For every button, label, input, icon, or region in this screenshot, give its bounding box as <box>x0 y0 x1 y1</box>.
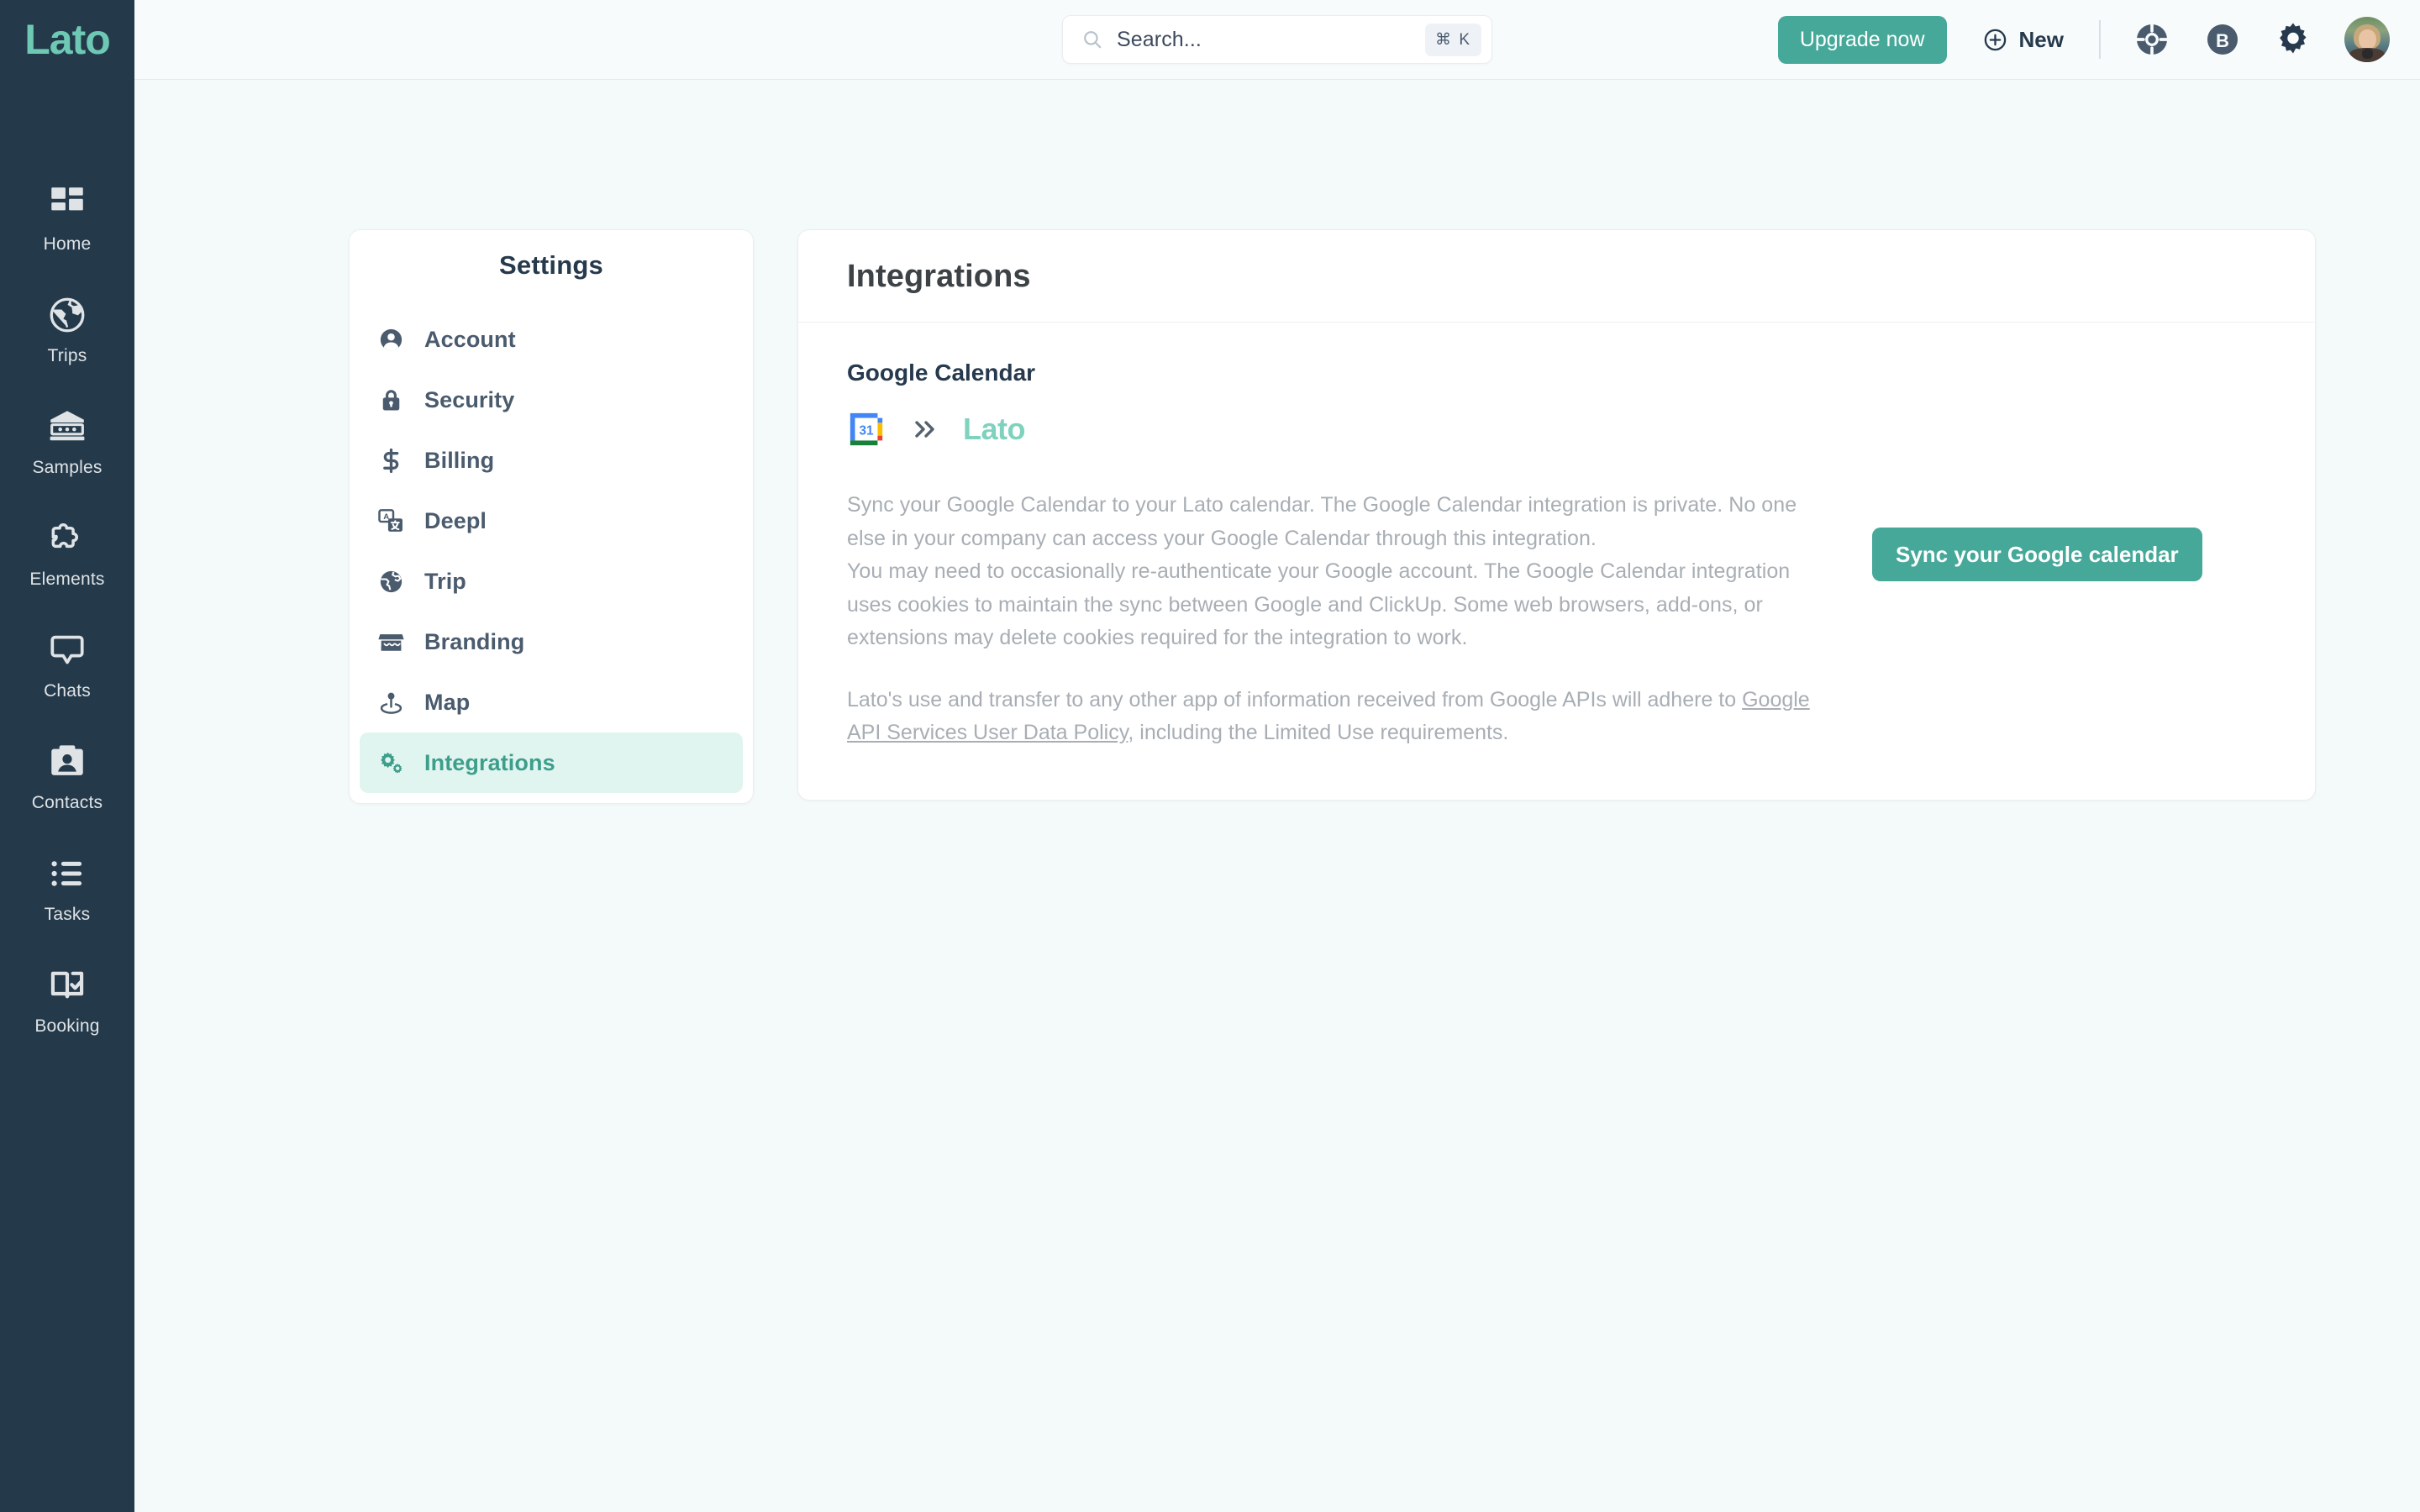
panel-header: Integrations <box>798 230 2315 323</box>
rail-item-booking[interactable]: Booking <box>0 950 134 1045</box>
settings-panel-title: Settings <box>499 250 603 280</box>
right-pane: Search... ⌘ K Upgrade now New B Settings… <box>134 0 2420 1512</box>
integrations-panel: Integrations Google Calendar 31 Lato Syn… <box>797 229 2316 801</box>
sidebar-item-security[interactable]: Security <box>360 370 743 430</box>
gear-icon[interactable] <box>2274 20 2312 59</box>
settings-nav-card: Settings Account Security Billing A Deep… <box>349 229 754 804</box>
person-circle-icon <box>376 325 405 354</box>
avatar-detail <box>2359 29 2376 50</box>
sidebar-item-deepl[interactable]: A Deepl <box>360 491 743 551</box>
translate-icon: A <box>376 507 405 535</box>
sidebar-item-billing[interactable]: Billing <box>360 430 743 491</box>
sidebar-item-branding[interactable]: Branding <box>360 612 743 672</box>
globe-icon <box>376 567 405 596</box>
top-bar: Search... ⌘ K Upgrade now New B <box>134 0 2420 80</box>
app-logo[interactable]: Lato <box>24 18 111 60</box>
book-check-icon <box>44 962 91 1009</box>
legal-suffix: , including the Limited Use requirements… <box>1128 721 1509 744</box>
rail-item-label: Elements <box>29 570 105 589</box>
legal-prefix: Lato's use and transfer to any other app… <box>847 687 1743 711</box>
plus-circle-icon <box>1982 27 2008 53</box>
gears-icon <box>376 748 405 777</box>
top-bar-actions: Upgrade now New B <box>1777 15 2390 64</box>
description-column: Sync your Google Calendar to your Lato c… <box>847 489 1839 750</box>
list-icon <box>44 850 91 897</box>
sidebar-item-label: Trip <box>424 568 466 594</box>
rail-item-tasks[interactable]: Tasks <box>0 838 134 933</box>
page-title: Integrations <box>847 259 1031 294</box>
search-input[interactable]: Search... ⌘ K <box>1062 15 1492 64</box>
rail-item-trips[interactable]: Trips <box>0 280 134 375</box>
panel-body: Google Calendar 31 Lato Sync your Google… <box>798 323 2315 799</box>
integration-description-2: You may need to occasionally re-authenti… <box>847 559 1791 649</box>
sidebar-item-label: Map <box>424 689 471 715</box>
sidebar-item-integrations[interactable]: Integrations <box>360 732 743 793</box>
rail-item-list: Home Trips Samples Elements Chats Contac… <box>0 168 134 1062</box>
svg-text:31: 31 <box>859 424 874 438</box>
sidebar-item-label: Deepl <box>424 507 487 533</box>
primary-nav-rail: Lato Home Trips Samples Elements Chats C… <box>0 0 134 1512</box>
storefront-icon <box>376 627 405 656</box>
content-area: Settings Account Security Billing A Deep… <box>134 80 2420 1512</box>
sidebar-item-account[interactable]: Account <box>360 309 743 370</box>
lato-wordmark: Lato <box>963 412 1026 446</box>
rail-item-label: Tasks <box>44 905 91 924</box>
puzzle-icon <box>44 515 91 562</box>
contact-card-icon <box>44 738 91 785</box>
rail-item-label: Home <box>43 234 92 254</box>
globe-icon <box>44 291 91 339</box>
rail-item-contacts[interactable]: Contacts <box>0 727 134 822</box>
section-title: Google Calendar <box>847 360 1036 386</box>
sidebar-item-label: Billing <box>424 447 495 473</box>
rail-item-label: Samples <box>32 458 103 477</box>
dollar-icon <box>376 446 405 475</box>
sidebar-item-label: Security <box>424 386 515 412</box>
rail-item-samples[interactable]: Samples <box>0 391 134 486</box>
map-pin-icon <box>376 688 405 717</box>
toolbar-divider <box>2099 20 2101 59</box>
global-search: Search... ⌘ K <box>1062 15 1492 64</box>
chat-icon <box>44 627 91 674</box>
sidebar-item-label: Account <box>424 326 516 352</box>
rail-item-home[interactable]: Home <box>0 168 134 263</box>
sidebar-item-map[interactable]: Map <box>360 672 743 732</box>
integration-description-1: Sync your Google Calendar to your Lato c… <box>847 493 1797 550</box>
sidebar-item-trip[interactable]: Trip <box>360 551 743 612</box>
avatar[interactable] <box>2344 17 2390 62</box>
search-icon <box>1081 29 1103 50</box>
sidebar-item-label: Integrations <box>424 749 555 775</box>
sync-google-calendar-button[interactable]: Sync your Google calendar <box>1872 528 2202 581</box>
lock-icon <box>376 386 405 414</box>
double-chevron-right-icon <box>909 415 939 444</box>
action-column: Sync your Google calendar <box>1872 489 2202 581</box>
new-button-label: New <box>2018 26 2064 52</box>
dashboard-icon <box>44 180 91 227</box>
rail-item-label: Chats <box>44 681 91 701</box>
rail-item-label: Contacts <box>31 793 103 812</box>
rail-item-label: Trips <box>47 346 87 365</box>
search-placeholder-text: Search... <box>1117 27 1202 51</box>
rail-item-label: Booking <box>34 1016 100 1036</box>
search-shortcut-badge: ⌘ K <box>1425 23 1481 56</box>
avatar-detail <box>2362 49 2373 59</box>
upgrade-now-button[interactable]: Upgrade now <box>1777 15 1947 64</box>
new-button[interactable]: New <box>1982 27 2064 53</box>
lifebuoy-icon[interactable] <box>2133 20 2171 59</box>
rail-item-elements[interactable]: Elements <box>0 503 134 598</box>
brand-b-icon[interactable]: B <box>2203 20 2242 59</box>
rail-item-chats[interactable]: Chats <box>0 615 134 710</box>
app-root: Lato Home Trips Samples Elements Chats C… <box>0 0 2420 1512</box>
google-calendar-icon: 31 <box>847 410 886 449</box>
integration-brand-row: 31 Lato <box>847 410 2266 449</box>
description-and-action: Sync your Google Calendar to your Lato c… <box>847 489 2266 750</box>
svg-text:B: B <box>2216 30 2229 51</box>
bank-icon <box>44 403 91 450</box>
legal-notice: Lato's use and transfer to any other app… <box>847 684 1839 750</box>
sidebar-item-label: Branding <box>424 628 525 654</box>
